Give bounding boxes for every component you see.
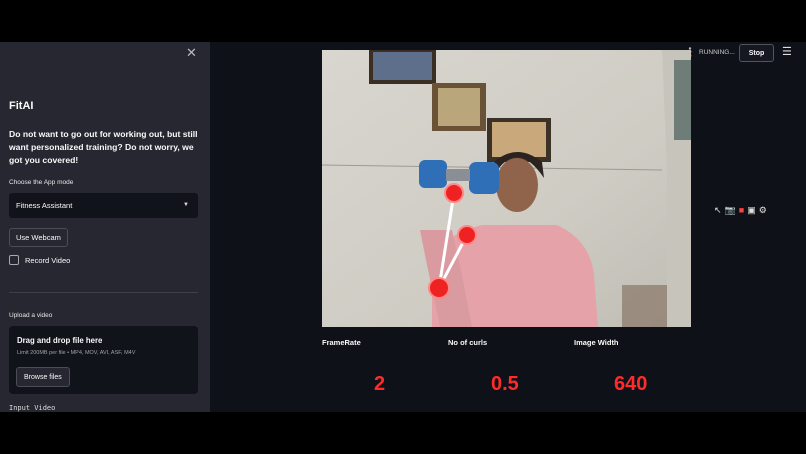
settings-gear-icon[interactable]: ⚙ [759,205,767,216]
record-video-checkbox[interactable]: Record Video [9,255,70,265]
input-video-label: Input Video [9,404,56,412]
framerate-label: FrameRate [322,338,361,347]
app-mode-select[interactable]: Fitness Assistant ▼ [9,193,198,218]
stop-button[interactable]: Stop [739,44,774,62]
mode-label: Choose the App mode [9,179,74,186]
image-width-value: 640 [614,373,648,395]
webcam-video-frame [322,50,691,327]
image-width-label: Image Width [574,338,619,347]
upload-label: Upload a video [9,312,53,319]
app: ✕ FitAI Do not want to go out for workin… [0,42,806,412]
checkbox-box[interactable] [9,255,19,265]
curls-label: No of curls [448,338,488,347]
app-title: FitAI [9,100,34,112]
divider [9,292,198,293]
video-toolbar: ↖ 📷 ■ ▣ ⚙ [714,205,767,216]
file-dropzone[interactable]: Drag and drop file here Limit 200MB per … [9,326,198,394]
cursor-icon: ↖ [714,205,722,215]
browse-files-button[interactable]: Browse files [16,367,70,387]
app-mode-value: Fitness Assistant [16,201,73,210]
gallery-icon[interactable]: ▣ [747,205,756,216]
intro-text: Do not want to go out for working out, b… [9,129,198,165]
running-status: RUNNING... [684,47,735,57]
dropzone-limit: Limit 200MB per file • MP4, MOV, AVI, AS… [17,350,136,356]
close-icon[interactable]: ✕ [186,45,197,61]
chevron-down-icon: ▼ [183,202,189,208]
camera-icon[interactable]: 📷 [725,205,736,216]
record-icon[interactable]: ■ [739,205,744,216]
video-frame-image [322,50,691,327]
dropzone-title: Drag and drop file here [17,336,103,345]
running-status-text: RUNNING... [699,48,735,56]
sidebar: ✕ FitAI Do not want to go out for workin… [0,42,210,412]
hamburger-menu-icon[interactable]: ☰ [782,45,792,58]
curls-value: 0.5 [491,373,519,395]
framerate-value: 2 [374,373,386,395]
use-webcam-button[interactable]: Use Webcam [9,228,68,247]
record-video-label: Record Video [25,255,71,265]
